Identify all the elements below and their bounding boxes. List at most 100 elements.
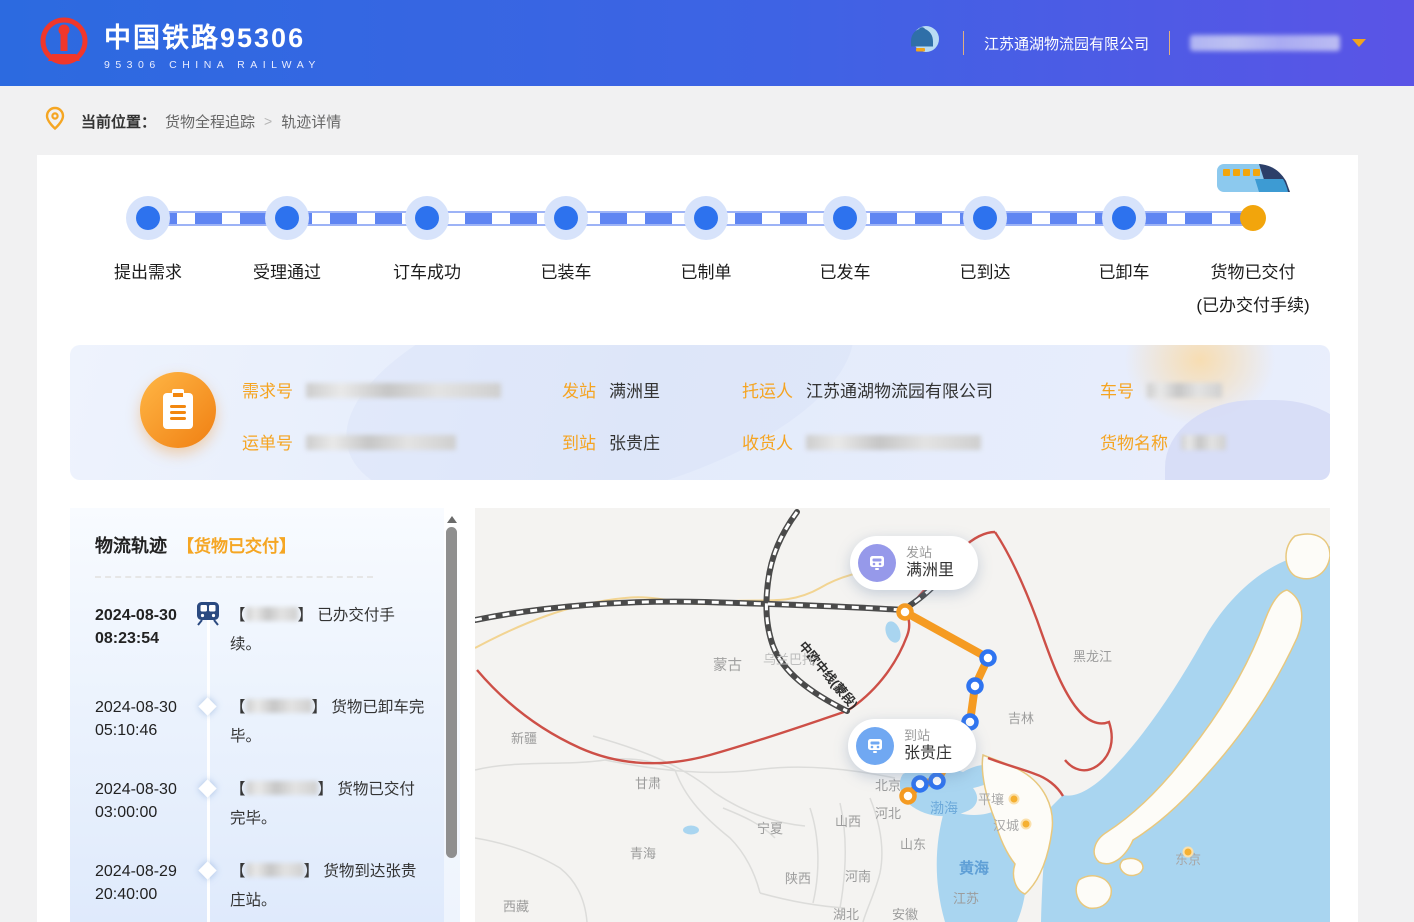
origin-tag: 发站 bbox=[906, 545, 954, 561]
origin-station-marker: 发站 满洲里 bbox=[850, 536, 978, 590]
breadcrumb-link-tracking[interactable]: 货物全程追踪 bbox=[165, 111, 255, 132]
info-field: 收货人 bbox=[742, 429, 993, 454]
breadcrumb-separator: > bbox=[264, 113, 272, 129]
timeline-status-tag: 【货物已交付】 bbox=[177, 537, 296, 556]
timeline-title: 物流轨迹【货物已交付】 bbox=[95, 532, 296, 558]
field-label: 运单号 bbox=[242, 434, 293, 453]
tracker-node-4 bbox=[544, 196, 588, 240]
map-label: 北京 bbox=[875, 778, 901, 793]
field-label: 到站 bbox=[562, 434, 596, 453]
map-label: 山东 bbox=[900, 837, 926, 852]
header-divider bbox=[1169, 31, 1170, 55]
notification-bell-icon[interactable] bbox=[899, 19, 943, 68]
field-value: 江苏通湖物流园有限公司 bbox=[806, 382, 993, 401]
timeline-scrollbar[interactable] bbox=[444, 508, 460, 922]
logistics-timeline-panel: 物流轨迹【货物已交付】 2024-08-3008:23:54 【】 已办交付手续。… bbox=[70, 508, 445, 922]
step-label: 已发车 bbox=[820, 256, 871, 289]
app-header: 中国铁路95306 95306 CHINA RAILWAY 江苏通湖物流园有限公… bbox=[0, 0, 1414, 86]
map-label: 乌兰巴托 bbox=[763, 652, 815, 667]
info-column: 发站满洲里到站张贵庄 bbox=[562, 377, 660, 454]
caret-down-icon bbox=[1352, 39, 1366, 47]
timeline-text: 【】 货物已交付完毕。 bbox=[230, 775, 425, 833]
scrollbar-up-arrow[interactable] bbox=[447, 516, 457, 523]
tracker-node-1 bbox=[126, 196, 170, 240]
timeline-date: 2024-08-3008:23:54 bbox=[95, 604, 203, 650]
info-column: 车号货物名称 bbox=[1100, 377, 1226, 454]
timeline-text: 【】 已办交付手续。 bbox=[230, 601, 425, 659]
masked-station bbox=[246, 607, 298, 621]
step-sublabel: (已办交付手续) bbox=[1196, 289, 1309, 322]
map-label: 渤海 bbox=[930, 800, 958, 816]
step-label: 已到达 bbox=[960, 256, 1011, 289]
info-column: 托运人江苏通湖物流园有限公司收货人 bbox=[742, 377, 993, 454]
step-label: 提出需求 bbox=[114, 256, 182, 289]
train-icon bbox=[1213, 161, 1293, 202]
train-front-icon bbox=[856, 727, 894, 765]
step-label: 已制单 bbox=[681, 256, 732, 289]
city-dot bbox=[1022, 820, 1031, 829]
content-card: 提出需求受理通过订车成功已装车已制单已发车已到达已卸车货物已交付(已办交付手续) bbox=[37, 155, 1358, 922]
scrollbar-thumb[interactable] bbox=[446, 527, 457, 858]
step-label: 已装车 bbox=[541, 256, 592, 289]
map-label: 河北 bbox=[875, 806, 901, 821]
tracker-node-9 bbox=[1240, 205, 1266, 231]
map-label: 宁夏 bbox=[757, 821, 783, 836]
train-front-icon bbox=[858, 544, 896, 582]
header-divider bbox=[963, 31, 964, 55]
train-marker-icon bbox=[194, 601, 222, 632]
app-subtitle: 95306 CHINA RAILWAY bbox=[104, 59, 321, 71]
origin-station: 满洲里 bbox=[906, 561, 954, 581]
masked-value bbox=[306, 383, 501, 398]
map-label: 河南 bbox=[845, 869, 871, 884]
location-pin-icon bbox=[44, 106, 66, 137]
user-name-masked bbox=[1190, 35, 1340, 51]
user-menu[interactable] bbox=[1190, 35, 1366, 51]
info-field: 需求号 bbox=[242, 377, 501, 402]
lake bbox=[683, 826, 699, 835]
map-label: 山西 bbox=[835, 814, 861, 829]
info-field: 车号 bbox=[1100, 377, 1226, 402]
field-label: 托运人 bbox=[742, 382, 793, 401]
info-field: 运单号 bbox=[242, 429, 501, 454]
map-label: 新疆 bbox=[511, 731, 537, 746]
tracker-node-2 bbox=[265, 196, 309, 240]
route-endpoint bbox=[902, 790, 915, 803]
route-map[interactable]: 中欧中线(蒙段) 蒙古乌兰巴托黑龙江吉林新疆甘肃青海宁夏陕西山西河北北京河南山东… bbox=[475, 508, 1330, 922]
city-label: 汉城 bbox=[993, 818, 1019, 833]
step-label: 货物已交付(已办交付手续) bbox=[1196, 256, 1309, 322]
field-label: 车号 bbox=[1100, 382, 1134, 401]
breadcrumb-current: 轨迹详情 bbox=[281, 111, 341, 132]
tracker-node-6 bbox=[823, 196, 867, 240]
field-label: 需求号 bbox=[242, 382, 293, 401]
info-field: 货物名称 bbox=[1100, 429, 1226, 454]
route-endpoint bbox=[899, 606, 912, 619]
map-label: 甘肃 bbox=[635, 776, 661, 791]
railway-logo-icon bbox=[38, 15, 90, 72]
city-dot bbox=[1184, 848, 1193, 857]
step-label: 订车成功 bbox=[393, 256, 461, 289]
breadcrumb-label: 当前位置： bbox=[81, 111, 156, 132]
info-field: 托运人江苏通湖物流园有限公司 bbox=[742, 377, 993, 402]
timeline-date: 2024-08-3003:00:00 bbox=[95, 778, 203, 824]
map-label: 蒙古 bbox=[713, 657, 742, 674]
destination-station-marker: 到站 张贵庄 bbox=[848, 719, 976, 773]
masked-station bbox=[246, 699, 312, 713]
field-value: 满洲里 bbox=[609, 382, 660, 401]
japan-shikoku bbox=[1120, 858, 1143, 875]
destination-tag: 到站 bbox=[904, 728, 952, 744]
city-dot bbox=[1010, 795, 1019, 804]
city-label: 平壤 bbox=[978, 792, 1004, 807]
dashed-divider bbox=[95, 576, 373, 578]
masked-value bbox=[1181, 435, 1226, 450]
map-label: 黑龙江 bbox=[1073, 649, 1112, 664]
masked-value bbox=[306, 435, 456, 450]
destination-station: 张贵庄 bbox=[904, 744, 952, 764]
info-field: 到站张贵庄 bbox=[562, 429, 660, 454]
map-label: 黄海 bbox=[959, 859, 989, 877]
timeline-title-text: 物流轨迹 bbox=[95, 536, 167, 556]
masked-station bbox=[246, 781, 318, 795]
map-label: 安徽 bbox=[892, 907, 918, 922]
route-waypoint bbox=[969, 680, 982, 693]
field-label: 发站 bbox=[562, 382, 596, 401]
masked-value bbox=[1147, 383, 1222, 398]
